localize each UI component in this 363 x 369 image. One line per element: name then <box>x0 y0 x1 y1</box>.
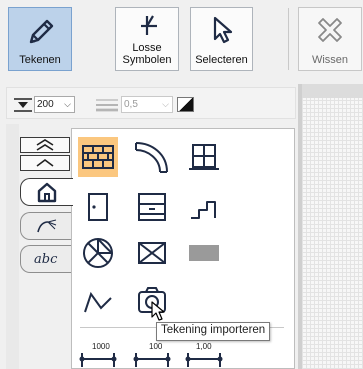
house-icon <box>37 182 57 203</box>
scale-select[interactable]: 200 ⌵ <box>34 96 75 113</box>
symbol-door[interactable] <box>78 187 118 227</box>
chevron-up-icon <box>36 159 54 167</box>
scale-icon <box>14 98 32 112</box>
wissen-button[interactable]: Wissen <box>298 7 362 71</box>
symbol-cabinet[interactable] <box>132 187 172 227</box>
window-icon <box>189 144 219 170</box>
scroll-up-button[interactable] <box>20 137 70 153</box>
symbol-wall[interactable] <box>78 137 118 177</box>
dimension-label: 100 <box>149 342 163 351</box>
tekenen-button[interactable]: Tekenen <box>8 7 72 71</box>
line-width-select[interactable]: 0,5 ⌵ <box>121 96 173 113</box>
symbol-window[interactable] <box>184 137 224 177</box>
crossed-box-icon <box>138 242 166 264</box>
tab-building[interactable] <box>20 178 73 206</box>
wissen-label: Wissen <box>311 54 349 66</box>
spiral-stairs-icon <box>83 238 113 268</box>
loose-symbol-icon <box>141 15 157 35</box>
svg-text:abc: abc <box>34 252 58 267</box>
options-bar: 200 ⌵ 0,5 ⌵ <box>6 87 296 119</box>
cabinet-icon <box>138 193 166 221</box>
line-width-value: 0,5 <box>124 99 138 110</box>
stairs-icon <box>191 201 216 219</box>
gray-fill-icon <box>189 245 219 261</box>
tab-text[interactable]: abc <box>20 245 72 273</box>
curved-wall-icon <box>135 142 168 173</box>
door-icon <box>88 193 108 221</box>
scale-value: 200 <box>37 99 54 110</box>
selecteren-label: Selecteren <box>195 54 248 66</box>
scroll-up-single-button[interactable] <box>20 155 70 171</box>
drawing-canvas[interactable] <box>302 84 363 369</box>
tab-electrical[interactable] <box>20 212 72 240</box>
delete-x-icon <box>318 18 342 42</box>
dimension-label: 1000 <box>92 342 110 351</box>
side-rail <box>6 124 19 369</box>
symbol-spiral-stairs[interactable] <box>78 233 118 273</box>
color-picker-swatch[interactable] <box>177 97 194 112</box>
text-icon: abc <box>34 252 58 267</box>
tooltip: Tekening importeren <box>156 322 271 341</box>
symbol-polyline[interactable] <box>78 281 118 321</box>
symbol-box[interactable] <box>132 233 172 273</box>
losse-symbolen-label: Losse Symbolen <box>122 42 172 66</box>
polyline-icon <box>84 291 112 313</box>
line-width-icon <box>96 99 118 112</box>
lamp-icon <box>36 219 56 233</box>
pencil-icon <box>29 19 54 44</box>
canvas-ruler <box>302 84 363 98</box>
symbol-stairs[interactable] <box>184 187 224 227</box>
brick-wall-icon <box>82 145 114 169</box>
main-toolbar: Tekenen Losse Symbolen Selecteren Wissen <box>0 0 363 78</box>
selecteren-button[interactable]: Selecteren <box>190 7 253 71</box>
toolbar-separator <box>288 8 289 70</box>
chevron-down-icon: ⌵ <box>162 99 169 109</box>
chevron-down-icon: ⌵ <box>64 99 71 109</box>
mouse-cursor-icon <box>151 301 165 321</box>
dimension-label: 1,00 <box>196 342 212 351</box>
double-chevron-up-icon <box>36 139 54 151</box>
arrow-cursor-icon <box>213 16 232 44</box>
tekenen-label: Tekenen <box>19 54 61 66</box>
symbol-curved-wall[interactable] <box>132 137 172 177</box>
losse-symbolen-button[interactable]: Losse Symbolen <box>115 7 179 71</box>
symbol-filled-area[interactable] <box>184 233 224 273</box>
